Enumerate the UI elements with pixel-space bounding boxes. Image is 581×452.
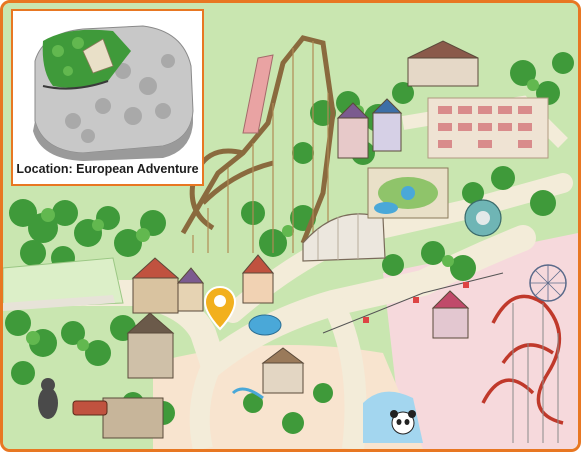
location-label: Location: European Adventure: [16, 162, 199, 176]
location-pin-icon[interactable]: [203, 285, 237, 331]
location-inset: Location: European Adventure: [11, 9, 204, 186]
park-map[interactable]: Location: European Adventure: [0, 0, 581, 452]
park-overview-thumbnail: [13, 11, 202, 161]
